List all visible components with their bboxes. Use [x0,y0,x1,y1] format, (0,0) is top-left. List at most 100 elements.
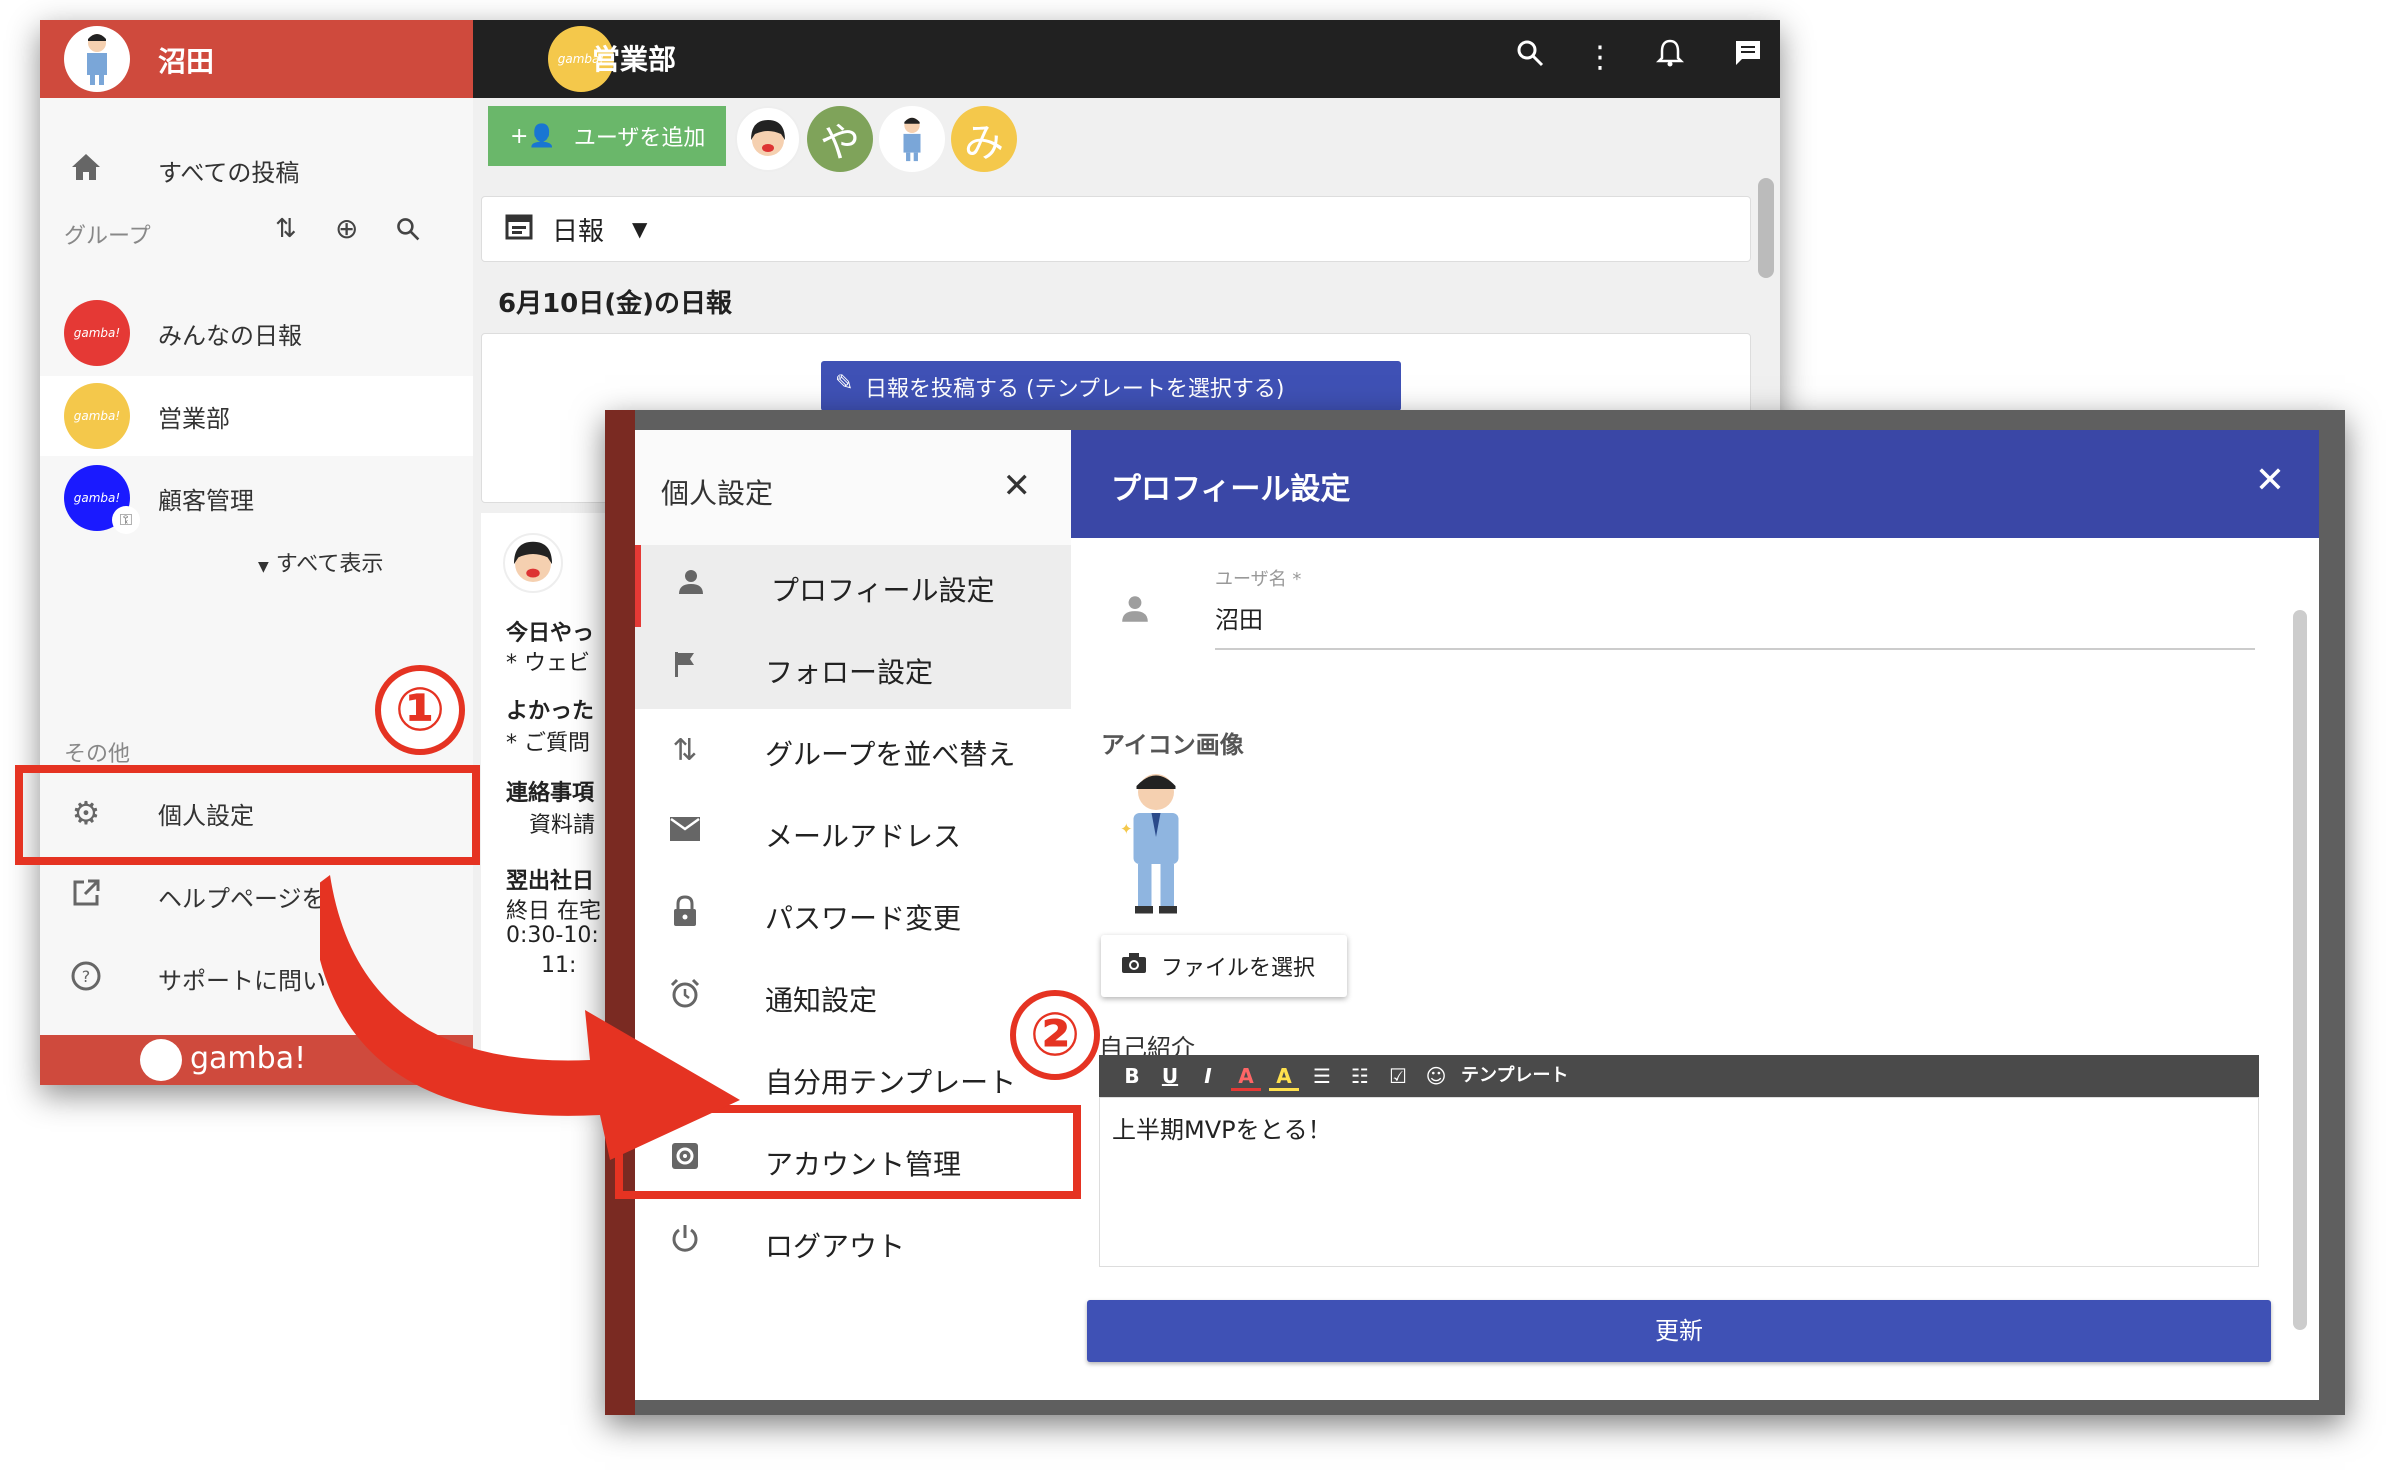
add-user-button[interactable]: +👤 ユーザを追加 [488,106,726,166]
close-icon[interactable]: ✕ [2255,460,2285,501]
menu-item-follow[interactable]: フォロー設定 [635,627,1071,709]
add-circle-icon[interactable]: ⊕ [335,212,358,245]
svg-text:✦: ✦ [1120,820,1133,838]
show-all-link[interactable]: ▼ すべて表示 [258,546,383,578]
red-arrow [320,875,740,1160]
bell-icon[interactable] [1650,38,1690,78]
member-avatar[interactable]: み [951,106,1017,172]
profile-header: プロフィール設定 ✕ [1071,430,2319,538]
close-icon[interactable]: ✕ [1003,466,1032,506]
feed-text: よかった [506,699,595,724]
sidebar-item-label: すべての投稿 [158,158,300,187]
group-avatar: gamba! [64,383,130,449]
profile-panel: プロフィール設定 ✕ ユーザ名 * 沼田 アイコン画像 ✦ ファイルを選択 自己… [1071,430,2319,1400]
member-avatar[interactable]: や [807,106,873,172]
checkbox-button[interactable]: ☑ [1383,1061,1413,1091]
scrollbar[interactable] [1758,178,1774,278]
self-intro-editor[interactable]: 上半期MVPをとる！ [1099,1097,2259,1267]
person-add-icon: +👤 [510,123,556,149]
mail-icon [665,813,705,853]
search-icon[interactable] [1510,38,1550,78]
settings-window: 個人設定 ✕ プロフィール設定 フォロー設定 ⇅ グループを並べ替え メールアド… [605,410,2345,1415]
bullet-list-button[interactable]: ☰ [1307,1061,1337,1091]
file-select-button[interactable]: ファイルを選択 [1101,935,1347,997]
sort-icon[interactable]: ⇅ [275,214,297,244]
more-vert-icon[interactable]: ⋮ [1580,38,1620,78]
feed-text: * ウェビ [506,651,590,676]
sidebar-item-all-posts[interactable]: すべての投稿 [40,130,473,210]
user-avatar[interactable] [64,26,130,92]
menu-item-label: フォロー設定 [765,656,934,689]
menu-item-profile[interactable]: プロフィール設定 [635,545,1071,627]
menu-item-label: メールアドレス [765,820,962,853]
caret-down-icon: ▼ [258,559,269,575]
group-avatar: gamba! [64,300,130,366]
menu-item-label: グループを並べ替え [765,738,1016,771]
sidebar-item-group-3[interactable]: gamba! ⚿ 顧客管理 [40,458,473,538]
update-button[interactable]: 更新 [1087,1300,2271,1362]
member-avatar[interactable] [879,106,945,172]
power-icon [665,1223,705,1263]
menu-item-sort-groups[interactable]: ⇅ グループを並べ替え [635,709,1071,791]
date-heading: 6月10日(金)の日報 [498,289,733,319]
template-button[interactable]: テンプレート [1461,1061,1568,1091]
pencil-icon: ✎ [835,371,854,396]
numbered-list-button[interactable]: ☷ [1345,1061,1375,1091]
sidebar-item-label: ヘルプページを [158,884,326,913]
menu-item-logout[interactable]: ログアウト [635,1201,1071,1283]
calendar-icon [504,211,534,248]
footer-brand: gamba! [190,1041,307,1076]
feed-text: 連絡事項 [506,781,595,806]
file-select-label: ファイルを選択 [1161,956,1316,981]
emoji-button[interactable]: ☺ [1421,1061,1451,1091]
swap-icon: ⇅ [672,733,698,768]
scrollbar[interactable] [2293,610,2307,1330]
sidebar-item-label: サポートに問い [158,966,326,995]
group-search-icon[interactable] [395,216,421,246]
top-bar: gamba! 営業部 ⋮ [473,20,1780,98]
help-circle-icon: ? [68,960,104,996]
mascot-icon [140,1039,182,1081]
profile-title: プロフィール設定 [1111,472,1351,507]
feed-avatar [503,533,563,593]
post-report-button[interactable]: ✎ 日報を投稿する (テンプレートを選択する) [821,361,1401,411]
camera-icon [1121,952,1147,980]
add-user-label: ユーザを追加 [573,126,706,151]
report-type-select[interactable]: 日報 ▼ [481,196,1751,262]
sidebar-item-label: みんなの日報 [158,321,302,350]
menu-item-label: パスワード変更 [765,902,962,935]
username-field[interactable]: 沼田 [1215,600,1263,635]
text-color-button[interactable]: A [1231,1061,1261,1091]
icon-image-label: アイコン画像 [1101,731,1244,759]
highlight-personal-settings [15,765,480,865]
report-type-value: 日報 [552,217,605,247]
caret-down-icon: ▼ [632,217,648,241]
key-icon: ⚿ [112,506,140,534]
bold-button[interactable]: B [1117,1061,1147,1091]
sidebar-item-group-1[interactable]: gamba! みんなの日報 [40,293,473,373]
sidebar-item-group-2[interactable]: gamba! 営業部 [40,376,473,456]
menu-item-label: 通知設定 [765,984,878,1017]
underline-button[interactable]: U [1155,1061,1185,1091]
self-intro-text: 上半期MVPをとる！ [1112,1116,1332,1144]
show-all-label: すべて表示 [275,552,384,577]
menu-item-label: 自分用テンプレート [765,1066,1017,1099]
step-1-marker: ① [375,665,465,755]
chat-icon[interactable] [1728,38,1768,78]
open-external-icon [68,878,104,914]
menu-item-label: プロフィール設定 [771,574,995,607]
profile-icon-image: ✦ [1111,765,1201,919]
member-avatar[interactable] [735,106,801,172]
highlight-button[interactable]: A [1269,1061,1299,1091]
username-label: ユーザ名 * [1215,569,1302,590]
step-2-marker: ② [1010,990,1100,1080]
italic-button[interactable]: I [1193,1061,1223,1091]
sidebar-item-label: 顧客管理 [158,486,254,515]
svg-text:?: ? [82,967,91,986]
feed-text: 資料請 [529,813,596,838]
user-name: 沼田 [158,45,215,78]
sidebar-item-label: 営業部 [158,404,230,433]
feed-text: 今日やっ [506,621,595,646]
username-underline [1215,648,2255,650]
editor-toolbar: B U I A A ☰ ☷ ☑ ☺ テンプレート [1099,1055,2259,1097]
